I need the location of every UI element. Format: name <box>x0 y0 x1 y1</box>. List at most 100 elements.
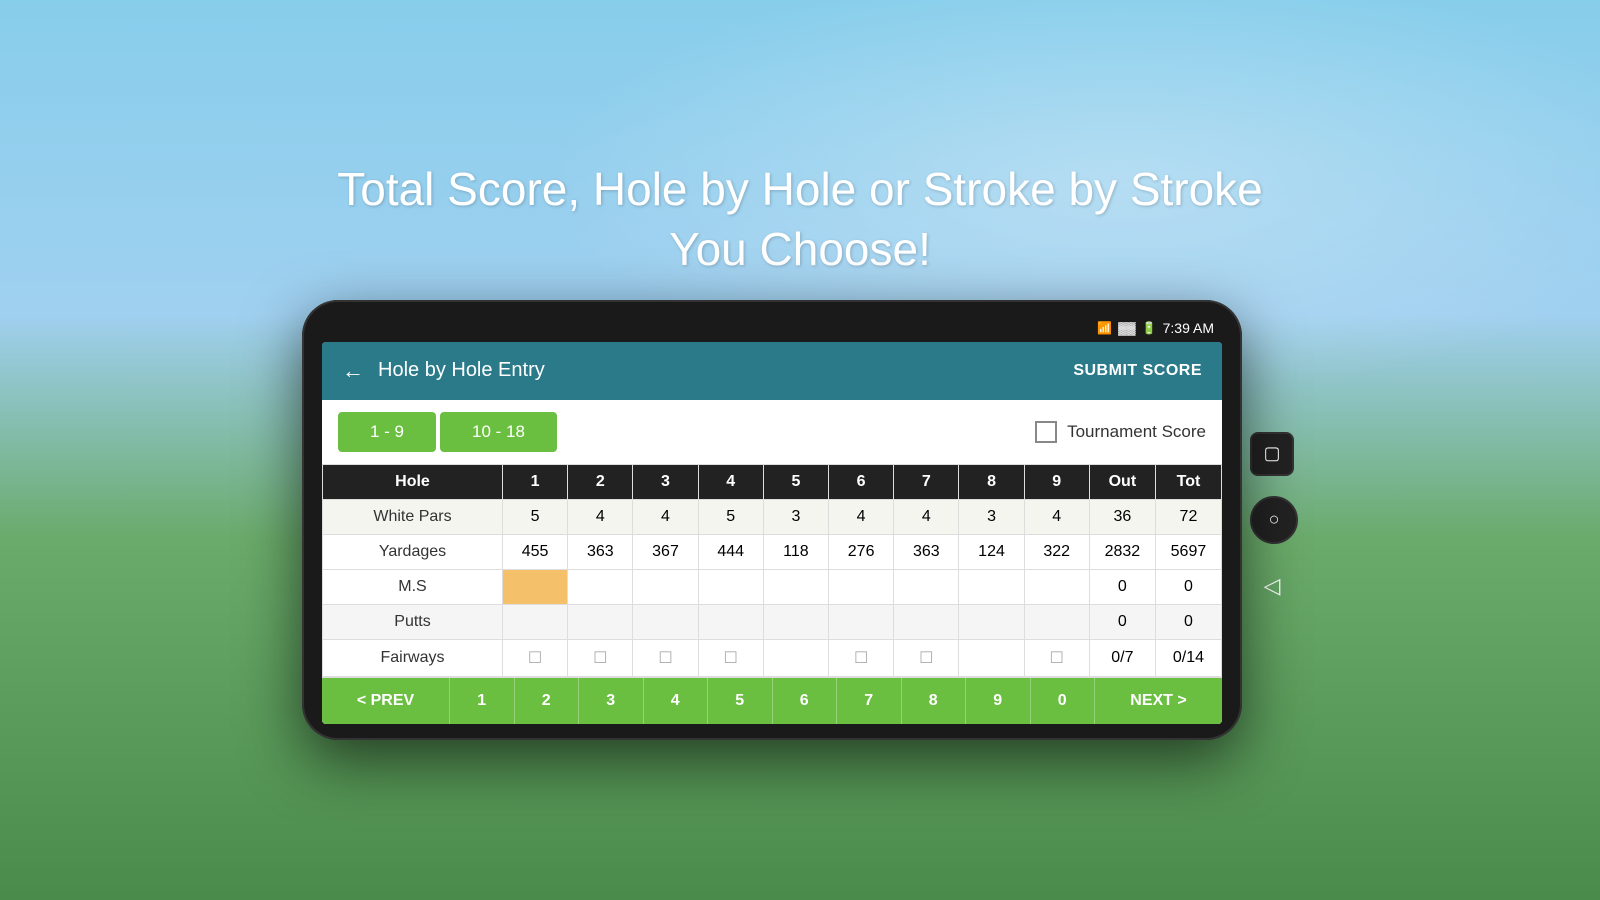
headline: Total Score, Hole by Hole or Stroke by S… <box>337 160 1263 280</box>
row-label-white-pars: White Pars <box>323 499 503 534</box>
tab-1-9[interactable]: 1 - 9 <box>338 412 436 452</box>
col-6: 6 <box>829 464 894 499</box>
device-frame: 📶 ▓▓ 🔋 7:39 AM ← Hole by Hole Entry SUBM… <box>302 300 1298 740</box>
square-button[interactable]: ▢ <box>1250 432 1294 476</box>
cell: 4 <box>894 499 959 534</box>
table-row: Fairways ☐ ☐ ☐ ☐ ☐ ☐ ☐ 0/7 0/14 <box>323 639 1222 676</box>
cell-fairway-out: 0/7 <box>1089 639 1155 676</box>
cell: 5 <box>503 499 568 534</box>
cell-putts-4[interactable] <box>698 604 763 639</box>
wifi-icon: 📶 <box>1097 321 1112 335</box>
cell-ms-3[interactable] <box>633 569 698 604</box>
row-label-fairways: Fairways <box>323 639 503 676</box>
signal-icon: ▓▓ <box>1118 321 1136 335</box>
col-hole: Hole <box>323 464 503 499</box>
back-button[interactable]: ← <box>342 358 364 384</box>
nav-btn-0[interactable]: 0 <box>1031 678 1096 724</box>
col-5: 5 <box>763 464 828 499</box>
score-table: Hole 1 2 3 4 5 6 7 8 9 Out Tot <box>322 464 1222 677</box>
row-label-ms: M.S <box>323 569 503 604</box>
cell: 4 <box>1024 499 1089 534</box>
row-label-yardages: Yardages <box>323 534 503 569</box>
cell: 455 <box>503 534 568 569</box>
tab-10-18[interactable]: 10 - 18 <box>440 412 557 452</box>
cell: 4 <box>829 499 894 534</box>
cell-putts-tot: 0 <box>1155 604 1221 639</box>
col-3: 3 <box>633 464 698 499</box>
prev-button[interactable]: < PREV <box>322 678 450 724</box>
cell-fairway-6[interactable]: ☐ <box>829 639 894 676</box>
nav-btn-1[interactable]: 1 <box>450 678 515 724</box>
tournament-checkbox[interactable] <box>1035 421 1057 443</box>
cell-putts-8[interactable] <box>959 604 1024 639</box>
cell-putts-out: 0 <box>1089 604 1155 639</box>
nav-btn-4[interactable]: 4 <box>644 678 709 724</box>
nav-btn-5[interactable]: 5 <box>708 678 773 724</box>
cell-ms-8[interactable] <box>959 569 1024 604</box>
cell: 322 <box>1024 534 1089 569</box>
cell-putts-5[interactable] <box>763 604 828 639</box>
cell: 72 <box>1155 499 1221 534</box>
cell-putts-7[interactable] <box>894 604 959 639</box>
col-2: 2 <box>568 464 633 499</box>
cell-putts-6[interactable] <box>829 604 894 639</box>
nav-btn-6[interactable]: 6 <box>773 678 838 724</box>
cell-putts-1[interactable] <box>503 604 568 639</box>
app-header: ← Hole by Hole Entry SUBMIT SCORE <box>322 342 1222 400</box>
screen: ← Hole by Hole Entry SUBMIT SCORE 1 - 9 … <box>322 342 1222 724</box>
col-out: Out <box>1089 464 1155 499</box>
android-back-button[interactable]: ◁ <box>1250 564 1294 608</box>
cell: 5 <box>698 499 763 534</box>
nav-btn-3[interactable]: 3 <box>579 678 644 724</box>
side-buttons: ▢ ○ ◁ <box>1250 432 1298 608</box>
cell-ms-4[interactable] <box>698 569 763 604</box>
cell-fairway-5 <box>763 639 828 676</box>
table-row: M.S 0 0 <box>323 569 1222 604</box>
table-row: Putts 0 0 <box>323 604 1222 639</box>
cell-fairway-9[interactable]: ☐ <box>1024 639 1089 676</box>
headline-line2: You Choose! <box>669 223 931 275</box>
tournament-label: Tournament Score <box>1067 422 1206 442</box>
row-label-putts: Putts <box>323 604 503 639</box>
cell-ms-2[interactable] <box>568 569 633 604</box>
cell-putts-3[interactable] <box>633 604 698 639</box>
col-tot: Tot <box>1155 464 1221 499</box>
submit-score-button[interactable]: SUBMIT SCORE <box>1073 362 1202 380</box>
cell-fairway-8 <box>959 639 1024 676</box>
cell-putts-9[interactable] <box>1024 604 1089 639</box>
cell-fairway-7[interactable]: ☐ <box>894 639 959 676</box>
nav-btn-9[interactable]: 9 <box>966 678 1031 724</box>
nav-btn-7[interactable]: 7 <box>837 678 902 724</box>
cell-ms-5[interactable] <box>763 569 828 604</box>
back-icon: ◁ <box>1264 573 1281 599</box>
cell-ms-1[interactable] <box>503 569 568 604</box>
cell: 363 <box>568 534 633 569</box>
col-4: 4 <box>698 464 763 499</box>
cell-ms-6[interactable] <box>829 569 894 604</box>
cell-putts-2[interactable] <box>568 604 633 639</box>
phone-body: 📶 ▓▓ 🔋 7:39 AM ← Hole by Hole Entry SUBM… <box>302 300 1242 740</box>
cell-ms-7[interactable] <box>894 569 959 604</box>
circle-button[interactable]: ○ <box>1250 496 1298 544</box>
cell-fairway-1[interactable]: ☐ <box>503 639 568 676</box>
cell-fairway-4[interactable]: ☐ <box>698 639 763 676</box>
headline-line1: Total Score, Hole by Hole or Stroke by S… <box>337 163 1263 215</box>
cell: 124 <box>959 534 1024 569</box>
cell: 367 <box>633 534 698 569</box>
circle-icon: ○ <box>1269 509 1280 530</box>
col-9: 9 <box>1024 464 1089 499</box>
cell-ms-9[interactable] <box>1024 569 1089 604</box>
tab-row: 1 - 9 10 - 18 Tournament Score <box>322 400 1222 464</box>
cell: 4 <box>633 499 698 534</box>
col-7: 7 <box>894 464 959 499</box>
nav-btn-2[interactable]: 2 <box>515 678 580 724</box>
cell-fairway-2[interactable]: ☐ <box>568 639 633 676</box>
cell: 444 <box>698 534 763 569</box>
next-button[interactable]: NEXT > <box>1095 678 1222 724</box>
cell-ms-out: 0 <box>1089 569 1155 604</box>
cell-fairway-tot: 0/14 <box>1155 639 1221 676</box>
cell: 36 <box>1089 499 1155 534</box>
cell: 4 <box>568 499 633 534</box>
cell-fairway-3[interactable]: ☐ <box>633 639 698 676</box>
nav-btn-8[interactable]: 8 <box>902 678 967 724</box>
